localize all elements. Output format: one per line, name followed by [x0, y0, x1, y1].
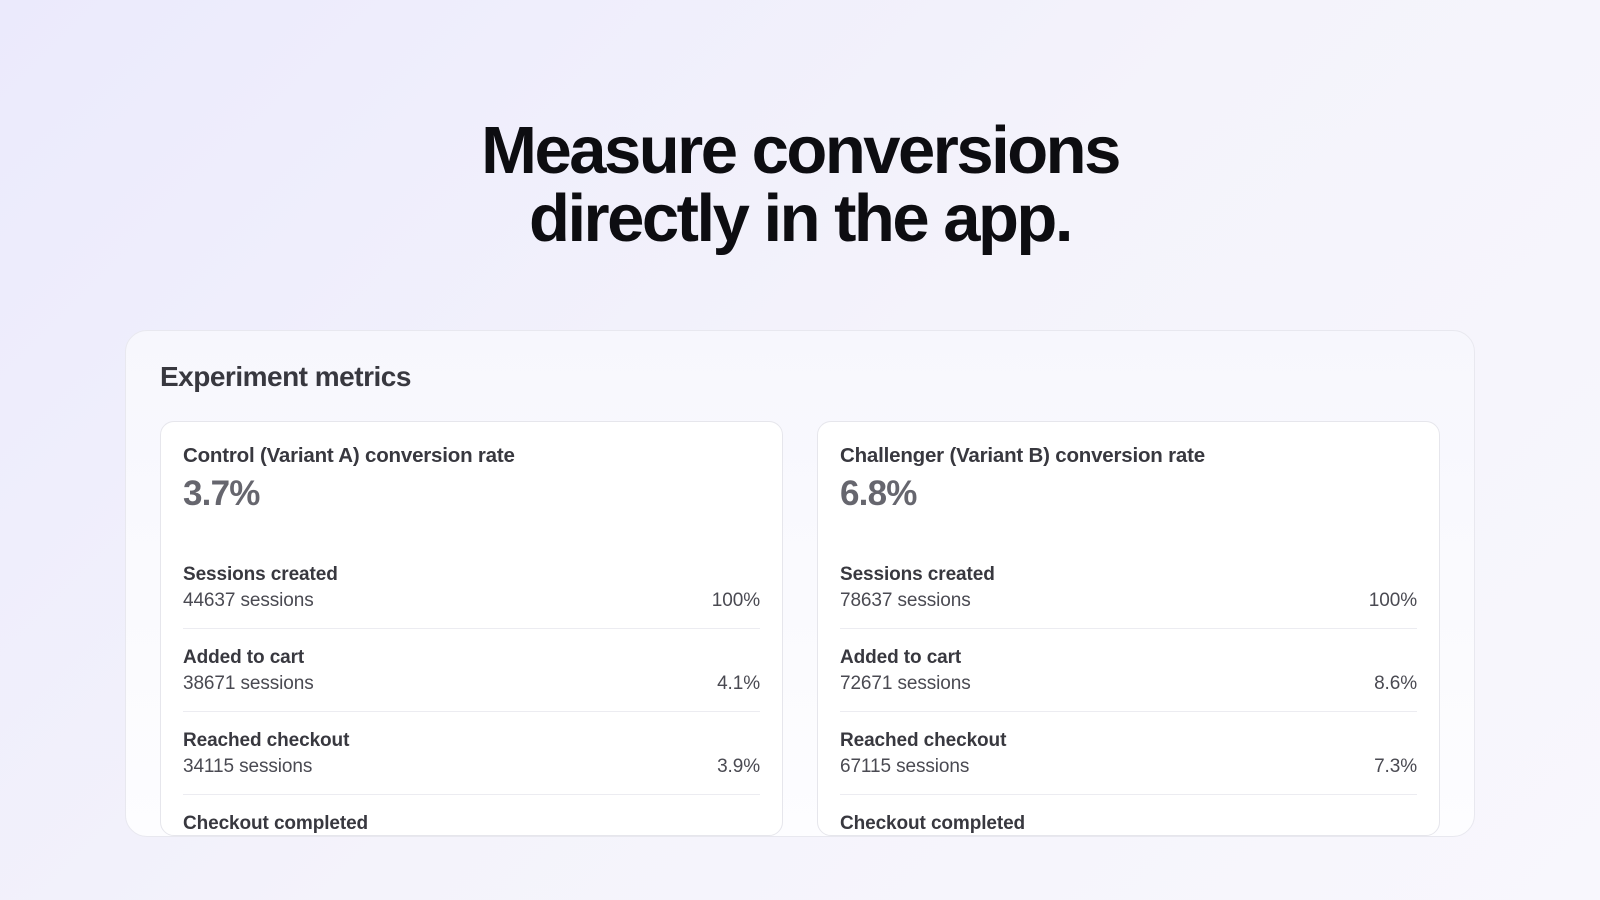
funnel-step: Reached checkout 34115 sessions 3.9% [183, 730, 760, 795]
variant-conversion-rate: 6.8% [840, 474, 1417, 514]
step-sessions: 44637 sessions [183, 590, 314, 612]
funnel-steps: Sessions created 78637 sessions 100% Add… [840, 564, 1417, 835]
funnel-step: Sessions created 78637 sessions 100% [840, 564, 1417, 629]
step-percent: 3.9% [717, 756, 760, 778]
step-percent: 7.3% [1374, 756, 1417, 778]
variant-cards-row: Control (Variant A) conversion rate 3.7%… [160, 421, 1440, 836]
variant-card-challenger: Challenger (Variant B) conversion rate 6… [817, 421, 1440, 836]
step-label: Added to cart [840, 647, 1417, 669]
step-label: Added to cart [183, 647, 760, 669]
variant-title: Control (Variant A) conversion rate [183, 444, 760, 468]
page: Measure conversions directly in the app.… [0, 0, 1600, 900]
step-percent: 100% [1369, 590, 1417, 612]
step-label: Reached checkout [183, 730, 760, 752]
step-label: Sessions created [183, 564, 760, 586]
funnel-step: Added to cart 72671 sessions 8.6% [840, 647, 1417, 712]
step-row: 78637 sessions 100% [840, 590, 1417, 612]
funnel-step: Checkout completed [183, 813, 760, 835]
variant-title: Challenger (Variant B) conversion rate [840, 444, 1417, 468]
step-row: 67115 sessions 7.3% [840, 756, 1417, 778]
hero-title-line-1: Measure conversions [481, 113, 1119, 188]
step-label: Sessions created [840, 564, 1417, 586]
funnel-step: Sessions created 44637 sessions 100% [183, 564, 760, 629]
funnel-step: Reached checkout 67115 sessions 7.3% [840, 730, 1417, 795]
panel-title: Experiment metrics [160, 361, 1440, 393]
step-sessions: 38671 sessions [183, 673, 314, 695]
step-percent: 8.6% [1374, 673, 1417, 695]
funnel-step: Checkout completed [840, 813, 1417, 835]
step-percent: 4.1% [717, 673, 760, 695]
step-sessions: 72671 sessions [840, 673, 971, 695]
funnel-steps: Sessions created 44637 sessions 100% Add… [183, 564, 760, 835]
experiment-metrics-panel: Experiment metrics Control (Variant A) c… [125, 330, 1475, 837]
step-sessions: 78637 sessions [840, 590, 971, 612]
step-row: 44637 sessions 100% [183, 590, 760, 612]
step-label: Checkout completed [183, 813, 760, 835]
step-label: Checkout completed [840, 813, 1417, 835]
step-row: 72671 sessions 8.6% [840, 673, 1417, 695]
step-label: Reached checkout [840, 730, 1417, 752]
variant-conversion-rate: 3.7% [183, 474, 760, 514]
step-sessions: 34115 sessions [183, 756, 312, 778]
hero-title: Measure conversions directly in the app. [481, 117, 1119, 252]
hero-title-line-2: directly in the app. [529, 181, 1071, 256]
step-sessions: 67115 sessions [840, 756, 969, 778]
funnel-step: Added to cart 38671 sessions 4.1% [183, 647, 760, 712]
step-row: 38671 sessions 4.1% [183, 673, 760, 695]
step-percent: 100% [712, 590, 760, 612]
variant-card-control: Control (Variant A) conversion rate 3.7%… [160, 421, 783, 836]
step-row: 34115 sessions 3.9% [183, 756, 760, 778]
